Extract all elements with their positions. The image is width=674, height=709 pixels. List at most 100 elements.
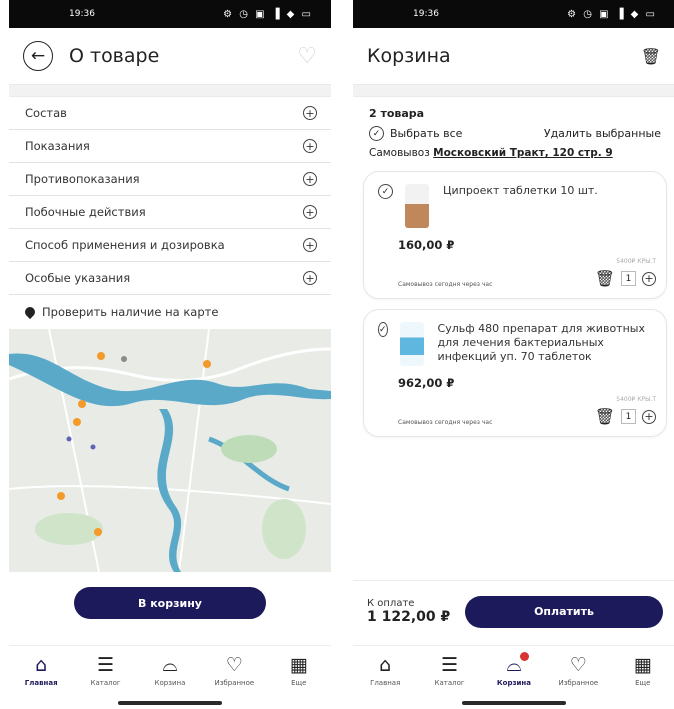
cart-screen: 19:36 ⚙ ◷ ▣ ▐ ◆ ▭ Корзина 🗑 2 товара ✓ В… [353,0,674,709]
nav-label: Корзина [154,679,186,687]
nav-label: Главная [24,679,58,687]
accordion-side-effects[interactable]: Побочные действия + [9,196,331,229]
accordion-special-notes[interactable]: Особые указания + [9,262,331,295]
trash-icon[interactable]: 🗑 [595,407,615,426]
grid-icon: ▦ [289,654,308,676]
header: Корзина 🗑 [353,28,674,84]
total-amount: 1 122,00 ₽ [367,609,451,625]
status-time: 19:36 [413,9,439,19]
status-time: 19:36 [69,9,95,19]
map-view[interactable] [9,329,331,572]
plus-circle-icon[interactable]: + [303,205,317,219]
nav-cart[interactable]: ⌓ Корзина [484,652,544,687]
divider [353,84,674,97]
product-image[interactable] [399,322,424,366]
check-circle-icon[interactable]: ✓ [369,126,384,141]
plus-circle-icon[interactable]: + [303,106,317,120]
nav-home[interactable]: ⌂ Главная [355,654,415,687]
pickup-info: Самовывоз Московский Тракт, 120 стр. 9 [369,147,661,159]
nav-label: Корзина [496,679,531,687]
favorite-heart-icon[interactable]: ♡ [297,44,317,69]
bottom-nav: ⌂ Главная ☰ Каталог ⌓ Корзина ♡ Избранно… [9,645,331,697]
nav-catalog[interactable]: ☰ Каталог [76,654,136,687]
nav-home[interactable]: ⌂ Главная [11,654,71,687]
trash-icon[interactable]: 🗑 [595,269,615,288]
product-image[interactable] [405,184,429,228]
accordion-label: Особые указания [25,271,131,285]
total-block: К оплате 1 122,00 ₽ [367,598,450,625]
check-circle-icon[interactable]: ✓ [378,184,393,199]
bag-icon: ⌓ [162,654,178,676]
product-name[interactable]: Ципроект таблетки 10 шт. [443,184,598,198]
header: ← О товаре ♡ [9,28,331,84]
home-indicator [462,701,566,705]
accordion-list: Состав + Показания + Противопоказания + … [9,97,331,295]
select-all[interactable]: ✓ Выбрать все [369,126,462,141]
nav-favorites[interactable]: ♡ Избранное [548,654,608,687]
arrow-left-icon: ← [30,46,46,66]
pickup-prefix: Самовывоз [369,147,430,159]
back-button[interactable]: ← [23,41,53,71]
nav-cart[interactable]: ⌓ Корзина [140,654,200,687]
accordion-dosage[interactable]: Способ применения и дозировка + [9,229,331,262]
product-price: 962,00 ₽ [398,376,455,390]
pay-button[interactable]: Оплатить [465,595,663,628]
menu-icon: ☰ [441,654,459,676]
home-indicator [118,701,222,705]
availability-text: Самовывоз сегодня через час [398,281,493,288]
map-graphic [9,329,331,572]
home-icon: ⌂ [379,654,392,676]
accordion-composition[interactable]: Состав + [9,97,331,130]
menu-icon: ☰ [97,654,115,676]
quantity-stepper: 🗑 1 + [595,407,656,426]
product-screen: 19:36 ⚙ ◷ ▣ ▐ ◆ ▭ ← О товаре ♡ Состав + … [9,0,331,709]
cart-item: ✓ Сульф 480 препарат для животных для ле… [363,309,667,437]
plus-circle-icon[interactable]: + [642,271,656,286]
nav-label: Еще [291,679,307,687]
nav-catalog[interactable]: ☰ Каталог [420,654,480,687]
status-icons: ⚙ ◷ ▣ ▐ ◆ ▭ [567,8,657,20]
delete-selected-link[interactable]: Удалить выбранные [544,127,661,140]
quantity-stepper: 🗑 1 + [595,269,656,288]
cart-badge [519,652,529,661]
plus-circle-icon[interactable]: + [303,139,317,153]
plus-circle-icon[interactable]: + [642,409,656,424]
nav-label: Каталог [90,679,121,687]
pickup-address-link[interactable]: Московский Тракт, 120 стр. 9 [433,147,613,159]
status-icons: ⚙ ◷ ▣ ▐ ◆ ▭ [223,8,313,20]
accordion-indications[interactable]: Показания + [9,130,331,163]
accordion-label: Состав [25,106,67,120]
product-name[interactable]: Сульф 480 препарат для животных для лече… [438,322,656,364]
check-on-map-link[interactable]: Проверить наличие на карте [9,295,331,329]
quantity-value[interactable]: 1 [621,271,636,286]
accordion-contraindications[interactable]: Противопоказания + [9,163,331,196]
heart-icon: ♡ [225,654,243,676]
check-circle-icon[interactable]: ✓ [378,322,388,337]
status-bar: 19:36 ⚙ ◷ ▣ ▐ ◆ ▭ [9,0,331,28]
cart-button-area: В корзину [9,572,331,634]
qty-label: 5400₽ КРЫ.Т [616,396,656,403]
page-title: О товаре [69,45,160,67]
nav-label: Каталог [434,679,465,687]
plus-circle-icon[interactable]: + [303,172,317,186]
payment-bar: К оплате 1 122,00 ₽ Оплатить [353,580,674,642]
nav-more[interactable]: ▦ Еще [269,654,329,687]
plus-circle-icon[interactable]: + [303,271,317,285]
add-to-cart-button[interactable]: В корзину [74,587,266,619]
heart-icon: ♡ [569,654,587,676]
home-icon: ⌂ [35,654,48,676]
availability-text: Самовывоз сегодня через час [398,419,493,426]
items-count: 2 товара [369,107,425,120]
nav-favorites[interactable]: ♡ Избранное [204,654,264,687]
quantity-value[interactable]: 1 [621,409,636,424]
accordion-label: Показания [25,139,90,153]
qty-label: 5400₽ КРЫ.Т [616,258,656,265]
trash-icon[interactable]: 🗑 [641,47,661,66]
map-link-label: Проверить наличие на карте [42,305,219,319]
divider [9,84,331,97]
plus-circle-icon[interactable]: + [303,238,317,252]
nav-more[interactable]: ▦ Еще [613,654,673,687]
nav-label: Избранное [558,679,599,687]
accordion-label: Противопоказания [25,172,140,186]
bottom-nav: ⌂ Главная ☰ Каталог ⌓ Корзина ♡ Избранно… [353,645,674,697]
